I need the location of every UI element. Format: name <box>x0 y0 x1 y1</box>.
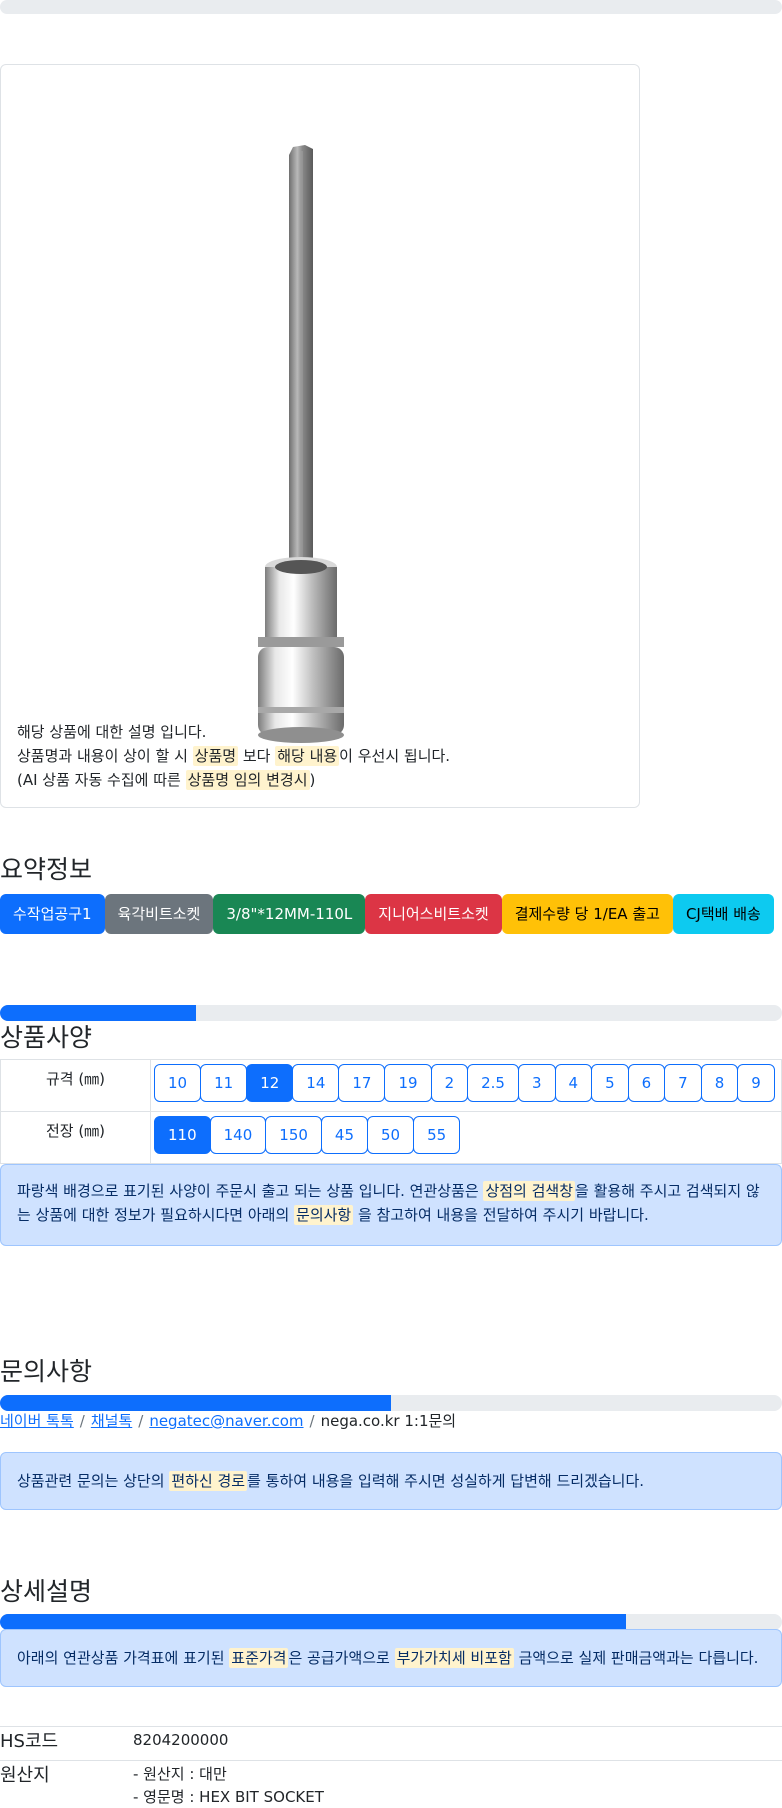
inquiry-progress-fill <box>0 1395 391 1411</box>
separator: / <box>309 1412 315 1430</box>
naver-talk-link[interactable]: 네이버 톡톡 <box>0 1412 74 1430</box>
inquiry-progress-bar <box>0 1395 782 1411</box>
length-option-button[interactable]: 55 <box>413 1116 461 1154</box>
hs-code-row: HS코드 8204200000 <box>0 1726 782 1760</box>
origin-english-name: - 영문명 : HEX BIT SOCKET <box>133 1788 324 1806</box>
highlight-product-name: 상품명 <box>192 746 239 766</box>
desc-line-1: 해당 상품에 대한 설명 입니다. <box>17 723 207 741</box>
size-option-button[interactable]: 7 <box>664 1064 702 1102</box>
highlight-name-change: 상품명 임의 변경시 <box>185 770 310 790</box>
desc-text: 보다 <box>238 747 276 765</box>
desc-line-3: (AI 상품 자동 수집에 따른 상품명 임의 변경시) <box>17 768 450 792</box>
badge-type: 육각비트소켓 <box>104 894 214 934</box>
size-option-button[interactable]: 14 <box>292 1064 340 1102</box>
option-group-size: 10 11 12 14 17 19 2 2.5 3 4 5 6 7 8 9 <box>151 1060 781 1108</box>
size-option-button[interactable]: 6 <box>627 1064 666 1102</box>
length-option-button[interactable]: 140 <box>209 1116 267 1154</box>
badge-quantity: 결제수량 당 1/EA 출고 <box>501 894 673 934</box>
size-option-button[interactable]: 17 <box>338 1064 386 1102</box>
spec-table: 규격 (㎜) 10 11 12 14 17 19 2 2.5 3 4 5 6 7 8 9 전장 (㎜) 11… <box>0 1059 782 1164</box>
inquiry-title: 문의사항 <box>0 1357 93 1386</box>
notice-text: 상품관련 문의는 상단의 <box>17 1472 170 1490</box>
size-option-button[interactable]: 12 <box>246 1064 294 1102</box>
length-option-button[interactable]: 150 <box>265 1116 322 1154</box>
spec-row-length: 전장 (㎜) 110 140 150 45 50 55 <box>0 1111 782 1164</box>
option-group-length: 110 140 150 45 50 55 <box>151 1112 781 1160</box>
inquiry-notice: 상품관련 문의는 상단의 편하신 경로 를 통하여 내용을 입력해 주시면 성실하… <box>0 1452 782 1510</box>
badge-brand: 지니어스비트소켓 <box>365 894 502 934</box>
desc-text: 상품명과 내용이 상이 할 시 <box>17 747 193 765</box>
summary-badges: 수작업공구1 육각비트소켓 3/8"*12MM-110L 지니어스비트소켓 결제… <box>0 894 774 934</box>
length-option-button[interactable]: 50 <box>367 1116 415 1154</box>
size-option-button[interactable]: 11 <box>200 1064 248 1102</box>
notice-text: 를 통하여 내용을 입력해 주시면 성실하게 답변해 드리겠습니다. <box>247 1472 645 1490</box>
spec-label-length: 전장 (㎜) <box>0 1111 151 1164</box>
detail-progress-bar <box>0 1614 782 1630</box>
separator: / <box>138 1412 144 1430</box>
size-option-button[interactable]: 2 <box>430 1064 469 1102</box>
size-option-button[interactable]: 10 <box>154 1064 202 1102</box>
hs-code-label: HS코드 <box>0 1731 59 1752</box>
desc-text: 이 우선시 됩니다. <box>339 747 451 765</box>
notice-text: 을 참고하여 내용을 전달하여 주시기 바랍니다. <box>353 1206 649 1224</box>
hs-code-value: 8204200000 <box>133 1731 229 1749</box>
top-progress-bar <box>0 0 782 14</box>
origin-country: - 원산지 : 대만 <box>133 1765 227 1783</box>
highlight-standard-price: 표준가격 <box>229 1648 289 1668</box>
desc-text: (AI 상품 자동 수집에 따른 <box>17 771 186 789</box>
channel-talk-link[interactable]: 채널톡 <box>91 1412 132 1430</box>
origin-row: 원산지 - 원산지 : 대만 - 영문명 : HEX BIT SOCKET <box>0 1760 782 1808</box>
site-inquiry-text: nega.co.kr 1:1문의 <box>320 1412 457 1430</box>
spec-options-length: 110 140 150 45 50 55 <box>150 1111 782 1164</box>
notice-text: 은 공급가액으로 <box>288 1649 395 1667</box>
product-card: 해당 상품에 대한 설명 입니다. 상품명과 내용이 상이 할 시 상품명 보다… <box>0 64 640 808</box>
badge-category: 수작업공구1 <box>0 894 105 934</box>
highlight-inquiry: 문의사항 <box>294 1205 354 1225</box>
spec-notice: 파랑색 배경으로 표기된 사양이 주문시 출고 되는 상품 입니다. 연관상품은… <box>0 1164 782 1246</box>
notice-text: 파랑색 배경으로 표기된 사양이 주문시 출고 되는 상품 입니다. 연관상품은 <box>17 1182 484 1200</box>
detail-progress-fill <box>0 1614 626 1630</box>
highlight-content: 해당 내용 <box>275 746 340 766</box>
size-option-button[interactable]: 9 <box>737 1064 775 1102</box>
highlight-vat: 부가가치세 비포함 <box>394 1648 514 1668</box>
spec-label-size: 규격 (㎜) <box>0 1059 151 1112</box>
spec-row-size: 규격 (㎜) 10 11 12 14 17 19 2 2.5 3 4 5 6 7 8 9 <box>0 1059 782 1112</box>
desc-text: ) <box>309 771 316 789</box>
summary-title: 요약정보 <box>0 855 93 884</box>
size-option-button[interactable]: 19 <box>384 1064 432 1102</box>
product-description: 해당 상품에 대한 설명 입니다. 상품명과 내용이 상이 할 시 상품명 보다… <box>17 720 450 792</box>
notice-text: 아래의 연관상품 가격표에 표기된 <box>17 1649 230 1667</box>
size-option-button[interactable]: 5 <box>591 1064 629 1102</box>
size-option-button[interactable]: 8 <box>700 1064 739 1102</box>
origin-label: 원산지 <box>0 1765 50 1786</box>
product-image <box>258 145 344 743</box>
notice-text: 금액으로 실제 판매금액과는 다릅니다. <box>513 1649 759 1667</box>
highlight-search: 상점의 검색창 <box>483 1181 576 1201</box>
contact-links: 네이버 톡톡 / 채널톡 / negatec@naver.com / nega.co.kr … <box>0 1410 456 1431</box>
origin-value: - 원산지 : 대만 - 영문명 : HEX BIT SOCKET <box>133 1763 324 1808</box>
detail-notice: 아래의 연관상품 가격표에 표기된 표준가격 은 공급가액으로 부가가치세 비포함… <box>0 1629 782 1687</box>
spec-progress-bar <box>0 1005 782 1021</box>
separator: / <box>79 1412 85 1430</box>
desc-line-2: 상품명과 내용이 상이 할 시 상품명 보다 해당 내용 이 우선시 됩니다. <box>17 744 450 768</box>
email-link[interactable]: negatec@naver.com <box>149 1412 303 1430</box>
badge-spec: 3/8"*12MM-110L <box>213 894 366 934</box>
spec-options-size: 10 11 12 14 17 19 2 2.5 3 4 5 6 7 8 9 <box>150 1059 782 1112</box>
length-option-button[interactable]: 110 <box>154 1116 211 1154</box>
badge-delivery: CJ택배 배송 <box>672 894 774 934</box>
size-option-button[interactable]: 2.5 <box>467 1064 519 1102</box>
spec-title: 상품사양 <box>0 1023 93 1052</box>
size-option-button[interactable]: 3 <box>517 1064 556 1102</box>
length-option-button[interactable]: 45 <box>320 1116 369 1154</box>
size-option-button[interactable]: 4 <box>554 1064 593 1102</box>
detail-title: 상세설명 <box>0 1577 93 1606</box>
highlight-route: 편하신 경로 <box>169 1471 248 1491</box>
